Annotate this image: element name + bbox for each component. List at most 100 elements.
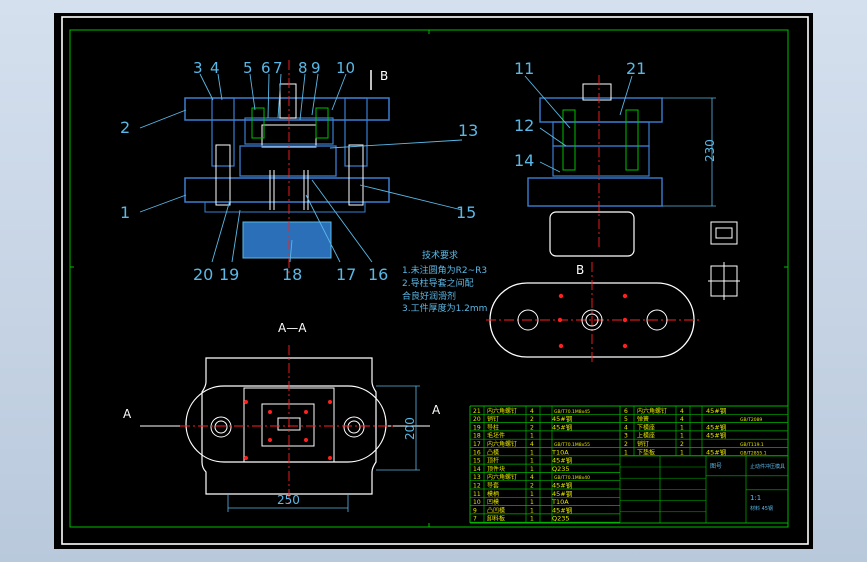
balloon-15: 15: [456, 203, 476, 222]
table-cell-no: 9: [473, 507, 477, 514]
balloon-3: 3: [193, 59, 203, 77]
table-cell-material: Q235: [552, 465, 570, 473]
balloon-4: 4: [210, 59, 220, 77]
balloon-1: 1: [120, 203, 130, 222]
title-block-scale: 1:1: [750, 494, 761, 502]
table-cell-no: 19: [473, 424, 481, 431]
table-cell-no: 18: [473, 433, 481, 440]
view-label-section: A—A: [278, 321, 307, 335]
tech-req-title: 技术要求: [422, 249, 458, 261]
table-cell-no: 21: [473, 408, 481, 415]
balloon-16: 16: [368, 265, 388, 284]
table-cell-name: 上模座: [637, 432, 655, 440]
table-cell-qty: 1: [530, 491, 534, 498]
table-cell-material: T10A: [551, 448, 569, 456]
table-cell-name: 弹簧: [637, 415, 649, 423]
table-cell-no: 2: [624, 441, 628, 448]
table-cell-qty: 1: [530, 449, 534, 456]
table-cell-no: 17: [473, 441, 481, 448]
table-cell-name: 卸料板: [487, 515, 505, 523]
cad-drawing-canvas: B 3 4 5 6 7 8 9 10 2 1 13 15 20 19 18 17…: [54, 13, 813, 549]
table-cell-material: 45#钢: [552, 423, 573, 431]
table-cell-material: 45#钢: [552, 415, 573, 423]
view-label-a-left: A: [123, 407, 132, 421]
table-cell-name: 内六角螺钉: [637, 407, 667, 415]
balloon-21: 21: [626, 59, 646, 78]
view-label-b-top: B: [380, 69, 388, 83]
table-cell-name: 销钉: [637, 440, 649, 448]
table-cell-qty: 2: [530, 416, 534, 423]
table-cell-material: 45#钢: [706, 432, 727, 440]
balloon-5: 5: [243, 59, 253, 77]
balloon-11: 11: [514, 59, 534, 78]
table-cell-qty: 2: [530, 424, 534, 431]
balloon-6: 6: [261, 59, 271, 77]
title-block-sheet: 图号: [710, 463, 722, 470]
table-cell-no: 4: [624, 424, 628, 431]
tech-req-line-2: 2.导柱导套之间配: [402, 277, 474, 289]
table-cell-no: 7: [473, 516, 477, 523]
balloon-18: 18: [282, 265, 302, 284]
tech-req-line-1: 1.未注圆角为R2~R3: [402, 264, 487, 276]
table-cell-qty: 1: [530, 499, 534, 506]
table-cell-qty: 4: [530, 474, 534, 481]
table-cell-qty: 4: [530, 441, 534, 448]
balloon-19: 19: [219, 265, 239, 284]
table-cell-standard: GB/T70.1M8x40: [554, 475, 590, 481]
table-cell-name: 导套: [487, 482, 499, 490]
balloon-14: 14: [514, 151, 534, 170]
view-label-a-right: A: [432, 403, 441, 417]
table-cell-standard: GB/T70.1M8x55: [554, 442, 590, 448]
balloon-17: 17: [336, 265, 356, 284]
balloon-12: 12: [514, 116, 534, 135]
table-cell-name: 模柄: [487, 490, 499, 498]
table-cell-name: 凸模: [487, 448, 499, 456]
table-cell-qty: 2: [680, 441, 684, 448]
table-cell-qty: 1: [530, 516, 534, 523]
table-cell-name: 凹模: [487, 498, 499, 506]
table-cell-material: 45#钢: [552, 506, 573, 514]
balloon-2: 2: [120, 118, 130, 137]
tech-req-line-4: 3.工件厚度为1.2mm: [402, 302, 487, 314]
table-cell-material: Q235: [552, 515, 570, 523]
table-cell-material: 45#钢: [552, 490, 573, 498]
table-cell-qty: 1: [530, 507, 534, 514]
table-cell-qty: 1: [680, 449, 684, 456]
table-cell-material: 45#钢: [552, 482, 573, 490]
balloon-10: 10: [336, 59, 355, 77]
table-cell-qty: 1: [530, 466, 534, 473]
table-cell-no: 1: [624, 449, 628, 456]
table-cell-no: 5: [624, 416, 628, 423]
title-block-note: 材料 45钢: [750, 505, 773, 512]
table-cell-name: 凸凹模: [487, 506, 505, 514]
table-cell-qty: 4: [680, 416, 684, 423]
dim-200: 200: [403, 417, 417, 440]
table-cell-no: 20: [473, 416, 481, 423]
table-cell-no: 15: [473, 458, 481, 465]
table-cell-qty: 1: [530, 433, 534, 440]
balloon-13: 13: [458, 121, 478, 140]
table-cell-name: 毛坯件: [487, 432, 505, 440]
table-cell-no: 14: [473, 466, 481, 473]
table-cell-name: 顶杆: [487, 457, 499, 465]
balloon-20: 20: [193, 265, 213, 284]
table-cell-name: 内六角螺钉: [487, 440, 517, 448]
table-cell-no: 12: [473, 483, 481, 490]
table-cell-material: 45#钢: [552, 457, 573, 465]
dim-230: 230: [703, 139, 717, 162]
balloon-8: 8: [298, 59, 308, 77]
title-block-name: 止动件冲压模具: [750, 463, 785, 470]
table-cell-qty: 4: [680, 408, 684, 415]
table-cell-no: 6: [624, 408, 628, 415]
table-cell-material: 45#钢: [706, 448, 727, 456]
table-cell-material: T10A: [551, 498, 569, 506]
table-cell-name: 内六角螺钉: [487, 407, 517, 415]
table-cell-qty: 1: [680, 433, 684, 440]
table-cell-qty: 1: [530, 458, 534, 465]
table-cell-name: 导柱: [487, 423, 499, 431]
balloon-9: 9: [311, 59, 321, 77]
table-cell-standard: GB/T70.1M8x45: [554, 409, 590, 415]
table-cell-no: 13: [473, 474, 481, 481]
table-cell-standard: GB/T119.1: [740, 442, 764, 448]
table-cell-no: 16: [473, 449, 481, 456]
